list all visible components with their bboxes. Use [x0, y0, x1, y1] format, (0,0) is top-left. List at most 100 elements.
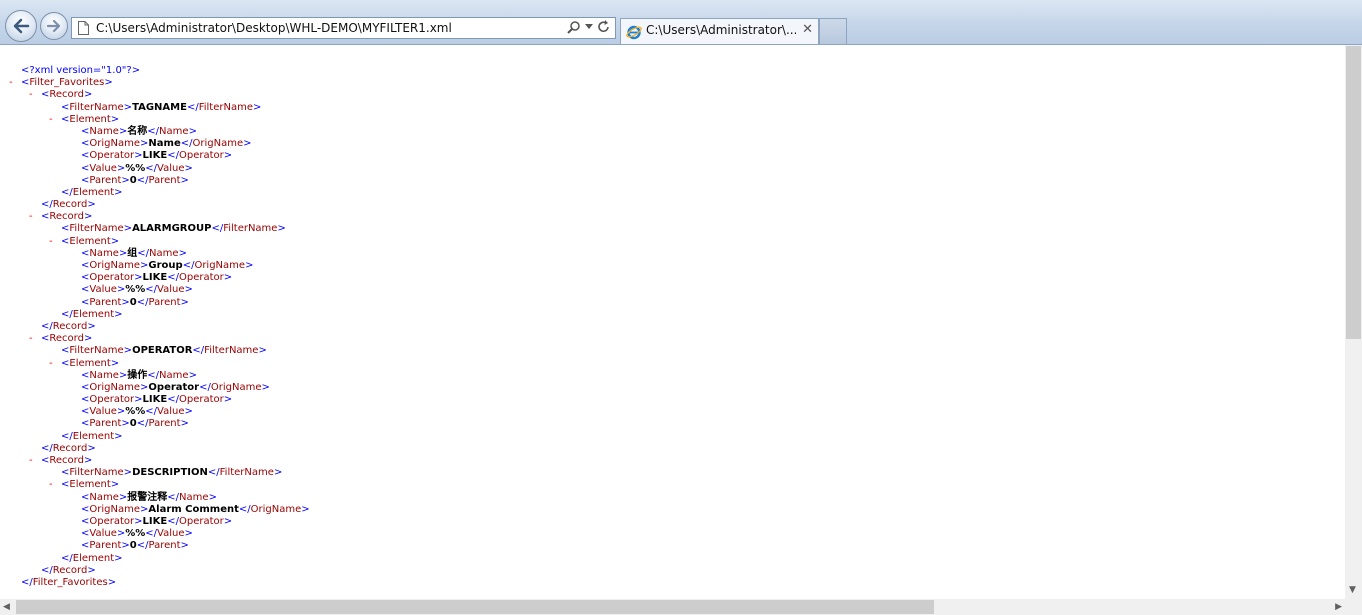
xml-tag-name: OrigName [89, 260, 141, 271]
new-tab-button[interactable] [819, 18, 847, 44]
xml-element-line: <Name>组</Name> [81, 247, 187, 259]
element-open: - <Element> [49, 113, 120, 126]
element-open: - <Element> [49, 235, 120, 248]
xml-tag-name: Value [89, 528, 117, 540]
xml-element-line: <Operator>LIKE</Operator> [81, 150, 233, 162]
element-close: </Element> [61, 430, 123, 442]
xml-tag-name: Parent [148, 418, 181, 430]
record-open: - <Record> [29, 333, 93, 345]
xml-element-line: <Operator>LIKE</Operator> [81, 515, 233, 527]
xml-value: 0 [129, 418, 137, 430]
xml-value: 名称 [127, 125, 148, 137]
xml-element-line: <Value>%%</Value> [81, 284, 193, 296]
xml-value: TAGNAME [132, 101, 187, 113]
xml-element-line: <Parent>0</Parent> [81, 540, 189, 552]
element-close: </Element> [61, 186, 123, 198]
xml-tag-name: Parent [89, 540, 122, 552]
forward-button[interactable] [40, 12, 68, 40]
xml-tag-name: FilterName [69, 467, 124, 479]
collapse-toggle[interactable]: - [29, 455, 33, 467]
xml-element-line: <OrigName>Alarm Comment</OrigName> [81, 503, 310, 515]
collapse-toggle[interactable]: - [29, 333, 33, 345]
xml-element-line: <Parent>0</Parent> [81, 174, 189, 186]
xml-tag-name: Element [72, 186, 115, 198]
xml-tag-name: Record [52, 320, 88, 332]
collapse-toggle[interactable]: - [49, 479, 53, 491]
xml-tag-name: Record [49, 211, 84, 223]
xml-tag-name: Record [49, 455, 84, 466]
record-close: </Record> [41, 320, 96, 332]
xml-element-line: <Value>%%</Value> [81, 406, 193, 418]
xml-tree: <?xml version="1.0"?> - <Filter_Favorites>… [0, 65, 310, 589]
xml-tag-name: Parent [89, 174, 122, 186]
horizontal-scrollbar[interactable]: ◀ ▶ [0, 599, 1345, 615]
xml-tag-name: Parent [89, 296, 122, 308]
xml-element-line: <Name>操作</Name> [81, 369, 197, 381]
xml-tag-name: Name [89, 125, 119, 137]
record-close: </Record> [41, 442, 96, 454]
record-close: </Record> [41, 199, 96, 211]
xml-tag-name: FilterName [69, 345, 124, 357]
dropdown-icon[interactable] [585, 24, 593, 30]
xml-tag-name: Operator [178, 150, 224, 162]
record-open: - <Record> [29, 455, 93, 467]
horizontal-scroll-thumb[interactable] [16, 600, 934, 614]
scroll-right-arrow-icon[interactable]: ▶ [1335, 602, 1342, 612]
xml-element-line: <Parent>0</Parent> [81, 296, 189, 308]
xml-root-close: </Filter_Favorites> [21, 576, 117, 588]
collapse-toggle[interactable]: - [49, 236, 53, 248]
vertical-scrollbar[interactable]: ▼ [1345, 45, 1362, 599]
xml-value: Alarm Comment [148, 503, 239, 515]
arrow-left-icon [13, 18, 30, 34]
xml-element-line: <Value>%%</Value> [81, 528, 193, 540]
address-bar[interactable]: C:\Users\Administrator\Desktop\WHL-DEMO\… [71, 17, 616, 39]
xml-document-view: <?xml version="1.0"?> - <Filter_Favorites>… [0, 45, 1345, 599]
xml-element-line: <OrigName>Group</OrigName> [81, 260, 254, 271]
xml-value: 0 [129, 174, 137, 186]
xml-tag-name: OrigName [89, 503, 141, 515]
refresh-icon[interactable] [597, 20, 611, 34]
xml-tag-name: Element [69, 113, 111, 125]
xml-value: Name [148, 138, 181, 150]
xml-element-line: <Operator>LIKE</Operator> [81, 272, 233, 284]
record-close: </Record> [41, 564, 96, 576]
tab-active[interactable]: C:\Users\Administrator\... ✕ [620, 18, 819, 44]
xml-element-line: <FilterName>OPERATOR</FilterName> [61, 345, 267, 357]
xml-value: ALARMGROUP [132, 223, 212, 235]
xml-element-line: <FilterName>ALARMGROUP</FilterName> [61, 223, 286, 235]
xml-tag-name: Record [49, 333, 84, 345]
xml-tag-name: FilterName [223, 223, 278, 235]
element-close: </Element> [61, 308, 123, 320]
ie-icon [626, 25, 642, 40]
xml-tag-name: Parent [148, 296, 181, 308]
scroll-down-arrow-icon[interactable]: ▼ [1349, 585, 1356, 595]
browser-toolbar: C:\Users\Administrator\Desktop\WHL-DEMO\… [0, 0, 1362, 45]
collapse-toggle[interactable]: - [29, 211, 33, 223]
xml-element-line: <FilterName>DESCRIPTION</FilterName> [61, 467, 283, 479]
xml-tag-name: Name [89, 247, 119, 259]
xml-element-line: <Parent>0</Parent> [81, 418, 189, 430]
record-open: - <Record> [29, 211, 93, 223]
collapse-toggle[interactable]: - [9, 77, 13, 89]
collapse-toggle[interactable]: - [49, 114, 53, 126]
xml-tag-name: Record [49, 89, 84, 101]
xml-value: %% [125, 284, 146, 296]
close-tab-button[interactable]: ✕ [802, 22, 813, 37]
xml-tag-name: Name [89, 369, 119, 381]
xml-tag-name: Element [72, 430, 115, 442]
xml-tag-name: OrigName [250, 503, 302, 515]
search-icon[interactable] [567, 20, 581, 34]
xml-tag-name: Value [89, 284, 117, 296]
vertical-scroll-thumb[interactable] [1346, 46, 1361, 339]
collapse-toggle[interactable]: - [49, 358, 53, 370]
xml-tag-name: Name [179, 491, 209, 503]
xml-value: OPERATOR [132, 345, 193, 357]
xml-value: LIKE [142, 150, 168, 162]
xml-value: 0 [129, 296, 137, 308]
back-button[interactable] [5, 10, 37, 42]
scroll-left-arrow-icon[interactable]: ◀ [3, 602, 10, 612]
xml-tag-name: Element [72, 308, 115, 320]
xml-tag-name: Operator [89, 272, 135, 284]
collapse-toggle[interactable]: - [29, 89, 33, 101]
xml-element-line: <OrigName>Name</OrigName> [81, 138, 252, 150]
